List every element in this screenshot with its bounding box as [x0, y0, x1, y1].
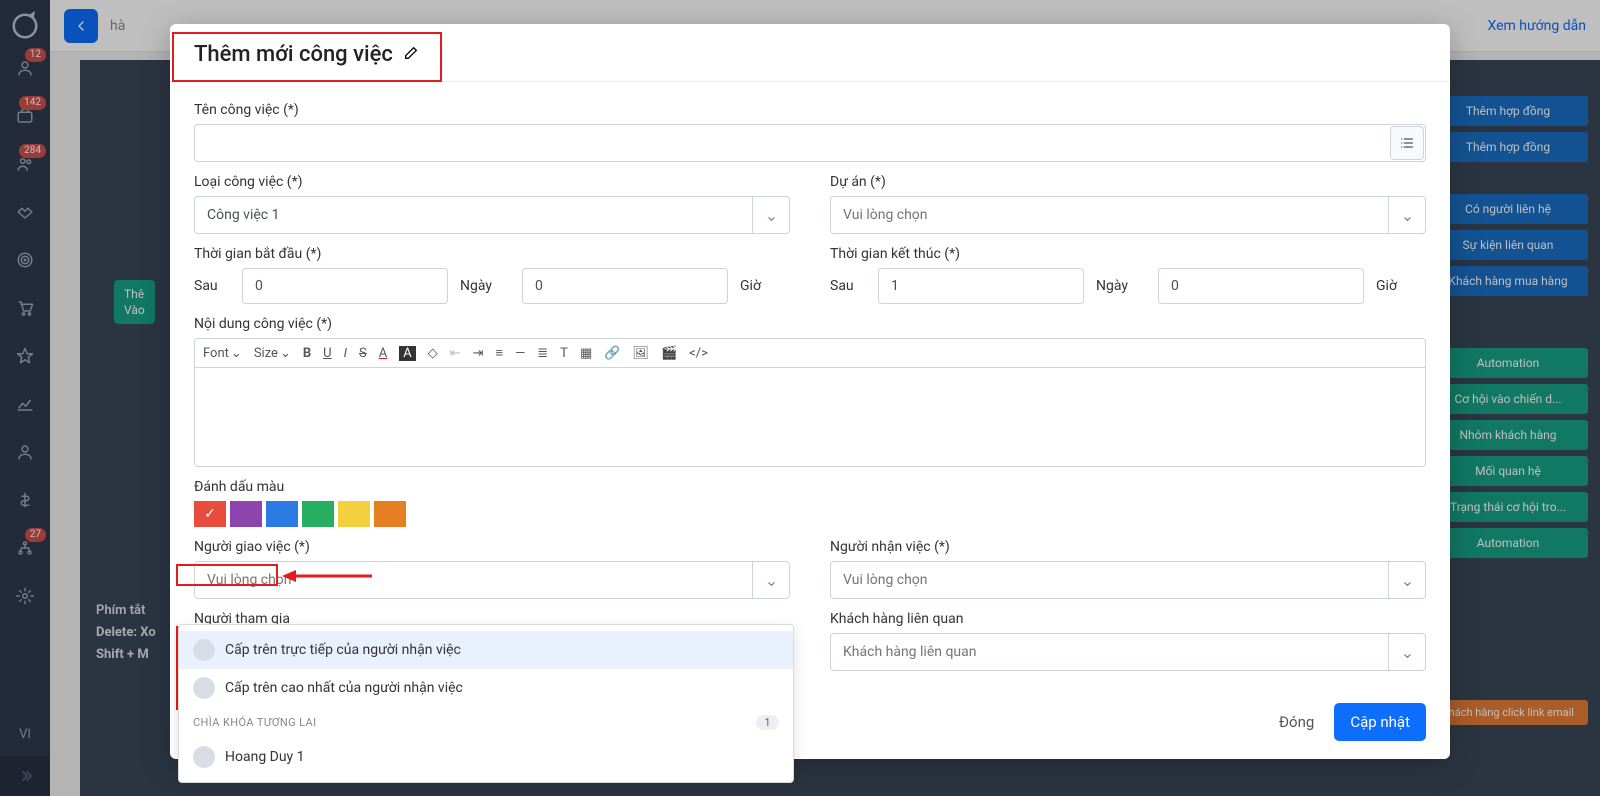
underline-icon[interactable]: U	[323, 346, 331, 361]
label-after: Sau	[194, 278, 230, 294]
color-swatch[interactable]	[230, 501, 262, 527]
end-hour-input[interactable]	[1158, 268, 1364, 304]
modal-title: Thêm mới công việc	[194, 42, 393, 67]
label-project: Dự án (*)	[830, 174, 1426, 190]
indent-icon[interactable]: ⇥	[473, 346, 484, 361]
label-assignee: Người nhận việc (*)	[830, 539, 1426, 555]
label-color: Đánh dấu màu	[194, 479, 1426, 495]
participant-dropdown: Cấp trên trực tiếp của người nhận việc C…	[178, 624, 794, 783]
label-hour: Giờ	[1376, 278, 1426, 294]
start-day-input[interactable]	[242, 268, 448, 304]
align-icon[interactable]: ≡	[496, 345, 504, 361]
color-swatch[interactable]	[302, 501, 334, 527]
assignee-select[interactable]	[830, 561, 1426, 599]
image-icon[interactable]: 🖼	[632, 346, 649, 361]
chevron-down-icon[interactable]: ⌄	[752, 196, 790, 234]
color-swatch[interactable]	[374, 501, 406, 527]
chevron-down-icon[interactable]: ⌄	[1388, 633, 1426, 671]
content-editor[interactable]	[194, 367, 1426, 467]
strike-icon[interactable]: S	[359, 346, 367, 361]
list-icon[interactable]	[1390, 126, 1424, 160]
project-select[interactable]	[830, 196, 1426, 234]
task-name-input[interactable]	[194, 124, 1426, 162]
avatar	[193, 677, 215, 699]
dropdown-group: CHÌA KHÓA TƯƠNG LAI 1	[179, 707, 793, 738]
submit-button[interactable]: Cập nhật	[1334, 703, 1426, 741]
color-swatch[interactable]	[194, 501, 226, 527]
label-start-time: Thời gian bắt đầu (*)	[194, 246, 790, 262]
chevron-down-icon[interactable]: ⌄	[1388, 196, 1426, 234]
code-icon[interactable]: </>	[689, 346, 708, 361]
related-customer-select[interactable]	[830, 633, 1426, 671]
italic-icon[interactable]: I	[344, 346, 347, 361]
text-size-icon[interactable]: T	[560, 346, 568, 361]
label-day: Ngày	[460, 278, 510, 294]
avatar	[193, 639, 215, 661]
label-task-name: Tên công việc (*)	[194, 102, 1426, 118]
list-icon[interactable]: ≣	[537, 346, 548, 361]
edit-icon[interactable]	[403, 45, 419, 65]
editor-toolbar: Font ⌄ Size ⌄ B U I S A A ◇ ⇤ ⇥ ≡ — ≣ T …	[194, 338, 1426, 367]
clear-format-icon[interactable]: ◇	[428, 346, 438, 361]
modal-header: Thêm mới công việc	[170, 24, 1450, 82]
label-task-type: Loại công việc (*)	[194, 174, 790, 190]
font-dropdown[interactable]: Font ⌄	[203, 346, 242, 361]
dropdown-item[interactable]: Hoang Duy 1	[179, 738, 793, 776]
video-icon[interactable]: 🎬	[661, 346, 677, 361]
color-swatch[interactable]	[266, 501, 298, 527]
label-related-customer: Khách hàng liên quan	[830, 611, 1426, 627]
label-end-time: Thời gian kết thúc (*)	[830, 246, 1426, 262]
avatar	[193, 746, 215, 768]
chevron-down-icon[interactable]: ⌄	[1388, 561, 1426, 599]
color-row	[194, 501, 1426, 527]
label-content: Nội dung công việc (*)	[194, 316, 1426, 332]
label-day: Ngày	[1096, 278, 1146, 294]
link-icon[interactable]: 🔗	[604, 346, 620, 361]
table-icon[interactable]: ▦	[580, 346, 592, 361]
label-hour: Giờ	[740, 278, 790, 294]
highlight-icon[interactable]: A	[399, 346, 415, 361]
dropdown-item[interactable]: Cấp trên trực tiếp của người nhận việc	[179, 631, 793, 669]
text-color-icon[interactable]: A	[379, 346, 387, 361]
size-dropdown[interactable]: Size ⌄	[254, 346, 291, 361]
chevron-down-icon[interactable]: ⌄	[752, 561, 790, 599]
start-hour-input[interactable]	[522, 268, 728, 304]
bold-icon[interactable]: B	[303, 346, 311, 361]
dropdown-item[interactable]: Cấp trên cao nhất của người nhận việc	[179, 669, 793, 707]
hr-icon[interactable]: —	[515, 346, 525, 361]
task-type-select[interactable]	[194, 196, 790, 234]
label-assigner: Người giao việc (*)	[194, 539, 790, 555]
close-button[interactable]: Đóng	[1279, 703, 1314, 741]
color-swatch[interactable]	[338, 501, 370, 527]
outdent-icon[interactable]: ⇤	[450, 346, 461, 361]
arrow-1	[282, 566, 382, 590]
end-day-input[interactable]	[878, 268, 1084, 304]
label-after: Sau	[830, 278, 866, 294]
